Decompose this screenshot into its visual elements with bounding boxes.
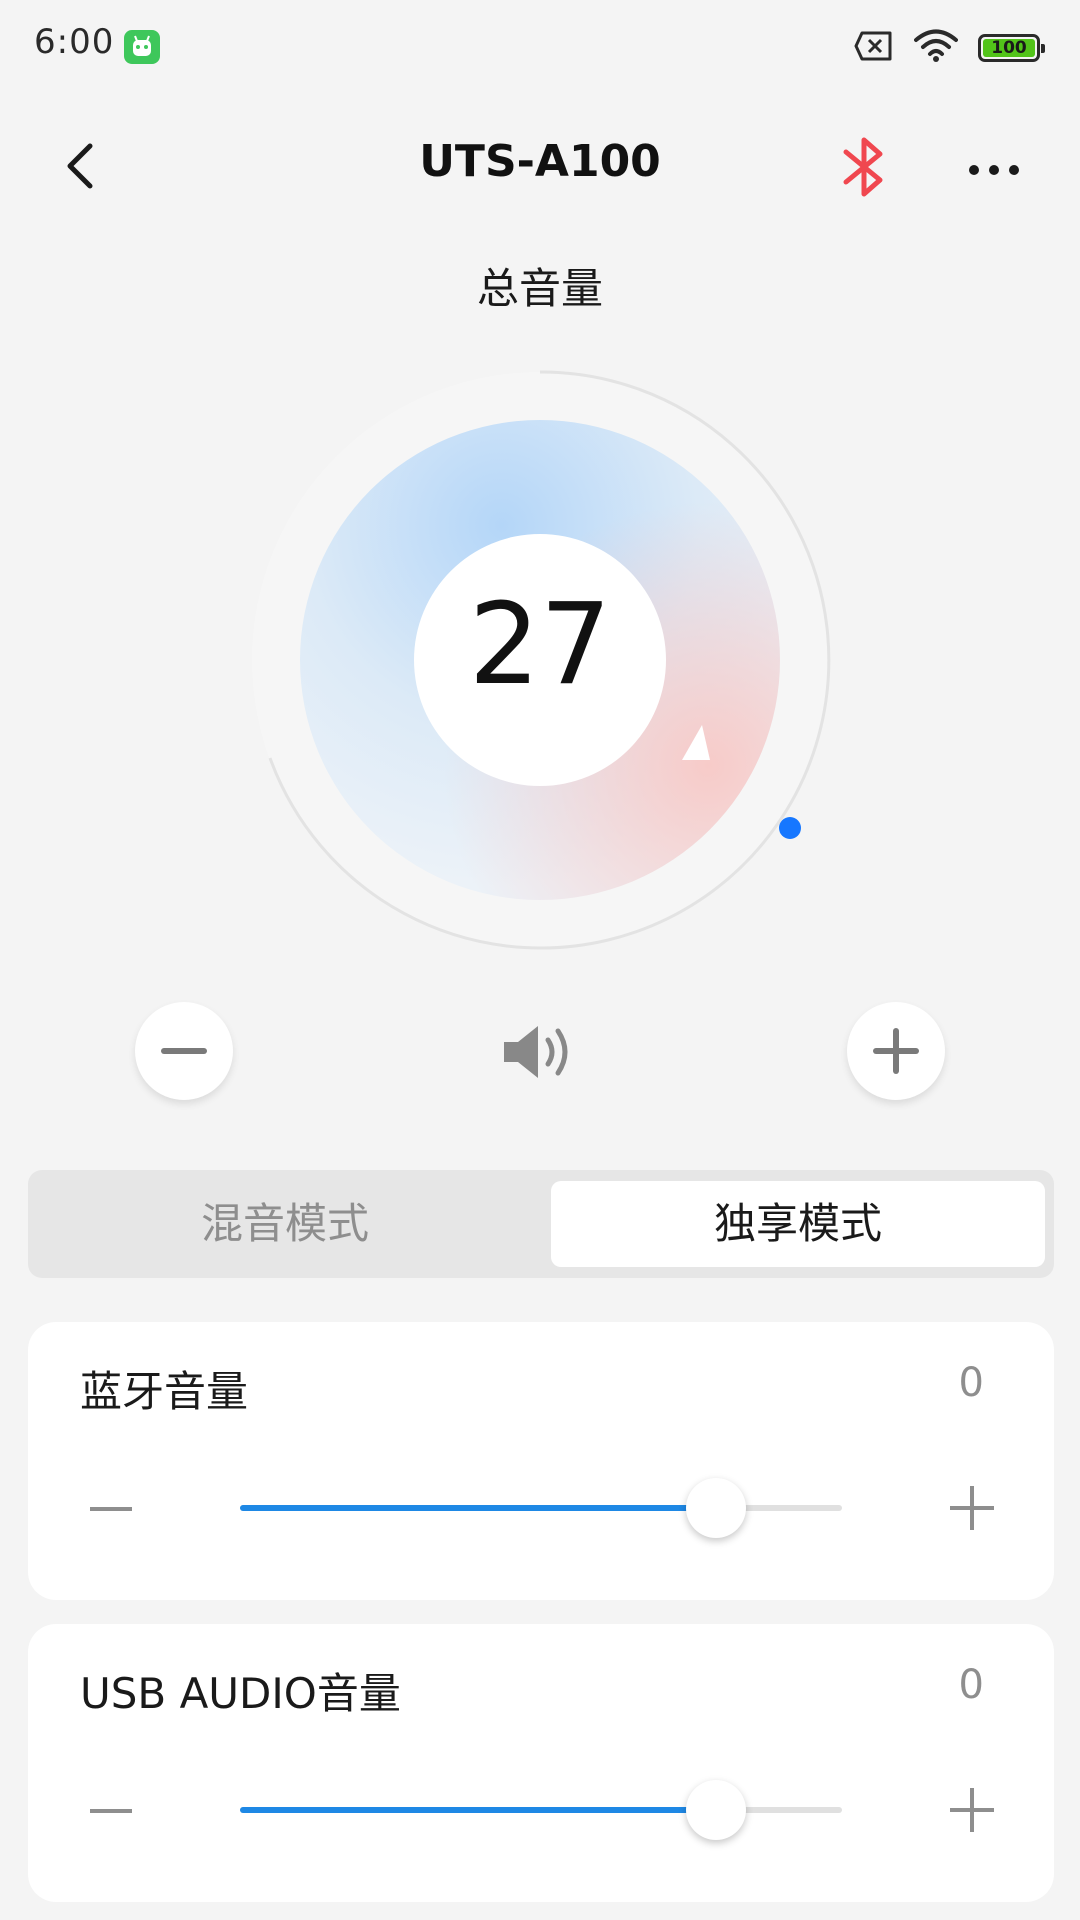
slider-fill xyxy=(240,1807,716,1813)
tab-exclusive-mode[interactable]: 独享模式 xyxy=(551,1181,1045,1267)
more-horizontal-icon xyxy=(969,165,1019,175)
usb-audio-volume-card: USB AUDIO音量 0 xyxy=(28,1624,1054,1902)
usb-audio-volume-value: 0 xyxy=(958,1662,984,1708)
more-button[interactable] xyxy=(964,150,1024,190)
master-volume-value: 27 xyxy=(468,580,612,710)
minus-icon xyxy=(161,1048,207,1054)
slider-thumb[interactable] xyxy=(685,1780,746,1840)
bluetooth-volume-slider[interactable] xyxy=(240,1478,842,1538)
usb-audio-volume-minus-button[interactable] xyxy=(90,1790,132,1832)
page-title: UTS-A100 xyxy=(419,136,661,187)
mode-toggle: 混音模式 独享模式 xyxy=(28,1170,1054,1278)
no-sim-icon xyxy=(854,31,894,65)
battery-text: 100 xyxy=(991,38,1027,58)
usb-audio-volume-label: USB AUDIO音量 xyxy=(80,1669,401,1718)
plus-icon xyxy=(873,1028,919,1074)
status-time: 6:00 xyxy=(34,22,115,62)
speaker-icon xyxy=(500,1022,580,1082)
slider-thumb[interactable] xyxy=(685,1478,746,1538)
bluetooth-volume-value: 0 xyxy=(958,1360,984,1406)
bluetooth-volume-label: 蓝牙音量 xyxy=(80,1367,249,1416)
usb-audio-volume-slider[interactable] xyxy=(240,1780,842,1840)
bluetooth-volume-plus-button[interactable] xyxy=(950,1486,994,1530)
wifi-icon xyxy=(914,29,958,67)
status-icons: 100 xyxy=(854,28,1045,68)
battery-icon: 100 xyxy=(978,34,1045,62)
slider-fill xyxy=(240,1505,716,1511)
minus-icon xyxy=(90,1507,132,1511)
volume-indicator-dot xyxy=(779,817,801,839)
plus-icon xyxy=(950,1788,994,1832)
master-volume-label: 总音量 xyxy=(476,264,603,313)
minus-icon xyxy=(90,1809,132,1813)
bluetooth-volume-minus-button[interactable] xyxy=(90,1488,132,1530)
volume-down-button[interactable] xyxy=(135,1002,233,1100)
plus-icon xyxy=(950,1486,994,1530)
bluetooth-button[interactable] xyxy=(838,136,890,198)
tab-mix-mode[interactable]: 混音模式 xyxy=(38,1181,532,1267)
usb-audio-volume-plus-button[interactable] xyxy=(950,1788,994,1832)
bluetooth-icon xyxy=(843,137,883,197)
android-robot-icon xyxy=(124,30,160,64)
bluetooth-volume-card: 蓝牙音量 0 xyxy=(28,1322,1054,1600)
volume-up-button[interactable] xyxy=(847,1002,945,1100)
